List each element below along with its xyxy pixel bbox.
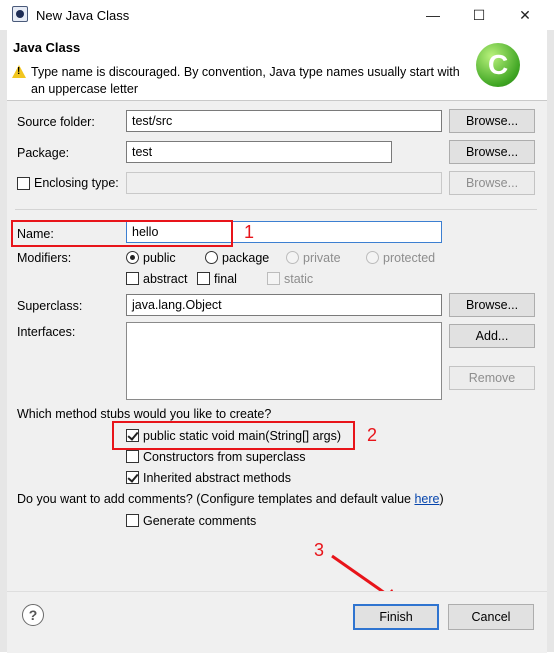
comments-question: Do you want to add comments? (Configure … [17,492,444,506]
inherited-methods-label: Inherited abstract methods [143,471,291,485]
inherited-methods-checkbox[interactable] [126,471,139,484]
annotation-box-main-method [112,421,355,450]
warning-icon [12,65,26,78]
modifier-private-label: private [303,251,341,265]
constructors-label: Constructors from superclass [143,450,306,464]
package-input[interactable]: test [126,141,392,163]
modifier-static-checkbox[interactable] [267,272,280,285]
constructors-checkbox[interactable] [126,450,139,463]
enclosing-type-checkbox[interactable] [17,177,30,190]
cancel-button[interactable]: Cancel [448,604,534,630]
annotation-box-name [11,220,233,247]
generate-comments-checkbox[interactable] [126,514,139,527]
superclass-input[interactable]: java.lang.Object [126,294,442,316]
help-icon[interactable]: ? [22,604,44,626]
annotation-number-1: 1 [244,222,255,242]
divider [15,209,537,210]
superclass-browse-button[interactable]: Browse... [449,293,535,317]
enclosing-type-browse-button[interactable]: Browse... [449,171,535,195]
modifier-final-checkbox[interactable] [197,272,210,285]
method-stubs-question: Which method stubs would you like to cre… [17,407,272,421]
interfaces-list[interactable] [126,322,442,400]
new-class-icon [476,43,520,87]
modifier-private-radio[interactable] [286,251,299,264]
enclosing-type-input[interactable] [126,172,442,194]
modifier-public-radio[interactable] [126,251,139,264]
annotation-number-2: 2 [367,425,378,445]
source-folder-input[interactable]: test/src [126,110,442,132]
modifier-abstract-label: abstract [143,272,188,286]
comments-question-text: Do you want to add comments? (Configure … [17,492,415,506]
interfaces-label: Interfaces: [17,325,76,339]
source-folder-browse-button[interactable]: Browse... [449,109,535,133]
enclosing-type-label: Enclosing type: [34,176,119,190]
package-label: Package: [17,146,70,160]
wizard-title: Java Class [13,40,81,55]
modifier-package-radio[interactable] [205,251,218,264]
window-right-edge [547,30,554,652]
annotation-number-3: 3 [314,540,325,560]
configure-templates-link[interactable]: here [414,492,439,506]
modifier-static-label: static [284,272,314,286]
modifier-final-label: final [214,272,237,286]
modifier-protected-label: protected [383,251,436,265]
finish-button[interactable]: Finish [353,604,439,630]
interfaces-add-button[interactable]: Add... [449,324,535,348]
generate-comments-label: Generate comments [143,514,257,528]
close-button[interactable]: ✕ [502,0,548,30]
modifier-protected-radio[interactable] [366,251,379,264]
maximize-button[interactable]: ☐ [456,0,502,30]
modifiers-label: Modifiers: [17,251,72,265]
warning-message: Type name is discouraged. By convention,… [31,65,460,96]
window-title: New Java Class [36,8,130,23]
source-folder-label: Source folder: [17,115,95,129]
minimize-button[interactable]: — [410,0,456,30]
eclipse-app-icon [12,6,28,22]
interfaces-remove-button[interactable]: Remove [449,366,535,390]
modifier-package-label: package [222,251,270,265]
package-browse-button[interactable]: Browse... [449,140,535,164]
comments-question-end: ) [439,492,444,506]
superclass-label: Superclass: [17,299,83,313]
modifier-public-label: public [143,251,176,265]
window-left-edge [0,30,7,652]
modifier-abstract-checkbox[interactable] [126,272,139,285]
